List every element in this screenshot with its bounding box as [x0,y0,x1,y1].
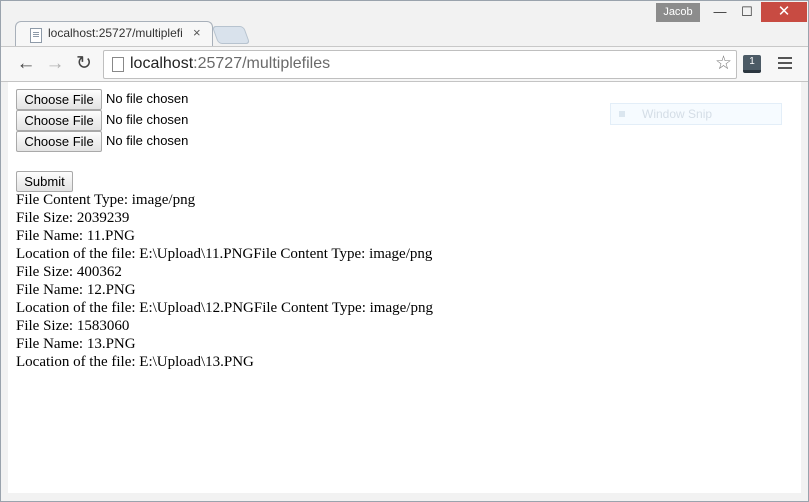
new-tab-button[interactable] [211,26,251,44]
bookmark-star-icon[interactable]: ☆ [715,52,732,75]
page-icon [112,57,124,72]
url-host: localhost [130,55,194,72]
file-status: No file chosen [106,91,189,106]
result-line: File Content Type: image/png [16,192,196,208]
page-favicon-icon [30,28,42,43]
window-snip-overlay[interactable]: Window Snip [610,103,782,125]
tab-multiplefiles[interactable]: localhost:25727/multiplefi × [15,21,213,47]
snip-label: Window Snip [642,107,713,121]
close-window-button[interactable]: ✕ [761,2,807,22]
snip-icon [619,111,625,117]
maximize-button[interactable]: ☐ [734,2,760,22]
reload-icon[interactable]: ↻ [73,53,95,75]
browser-toolbar: ← → ↻ localhost:25727/multiplefiles ☆ 1 [1,46,808,82]
file-status: No file chosen [106,133,189,148]
back-arrow-icon[interactable]: ← [15,53,37,75]
title-bar: Jacob — ☐ ✕ localhost:25727/multiplefi × [1,1,808,47]
page-content: Choose File No file chosen Choose File N… [8,82,801,493]
address-bar[interactable]: localhost:25727/multiplefiles ☆ [103,50,737,79]
choose-file-button[interactable]: Choose File [16,110,102,131]
extension-icon[interactable]: 1 [743,55,761,73]
result-line: File Size: 2039239 [16,210,130,226]
result-line: File Size: 1583060 [16,318,130,334]
url-path: :25727/multiplefiles [193,55,331,72]
result-line: File Name: 13.PNG [16,336,136,352]
tab-close-icon[interactable]: × [193,25,201,40]
minimize-button[interactable]: — [707,2,733,22]
tab-title: localhost:25727/multiplefi [48,26,183,40]
result-line: File Size: 400362 [16,264,122,280]
result-line: Location of the file: E:\Upload\13.PNG [16,354,254,370]
url-text[interactable]: localhost:25727/multiplefiles [130,55,330,73]
browser-window: Jacob — ☐ ✕ localhost:25727/multiplefi ×… [0,0,809,502]
result-line: Location of the file: E:\Upload\11.PNGFi… [16,246,433,262]
forward-arrow-icon[interactable]: → [44,53,66,75]
result-line: File Name: 12.PNG [16,282,136,298]
upload-results: File Content Type: image/png File Size: … [16,191,786,371]
result-line: Location of the file: E:\Upload\12.PNGFi… [16,300,433,316]
file-status: No file chosen [106,112,189,127]
result-line: File Name: 11.PNG [16,228,136,244]
choose-file-button[interactable]: Choose File [16,89,102,110]
profile-badge[interactable]: Jacob [656,3,700,22]
choose-file-button[interactable]: Choose File [16,131,102,152]
menu-icon[interactable] [778,57,792,59]
submit-button[interactable]: Submit [16,171,73,192]
